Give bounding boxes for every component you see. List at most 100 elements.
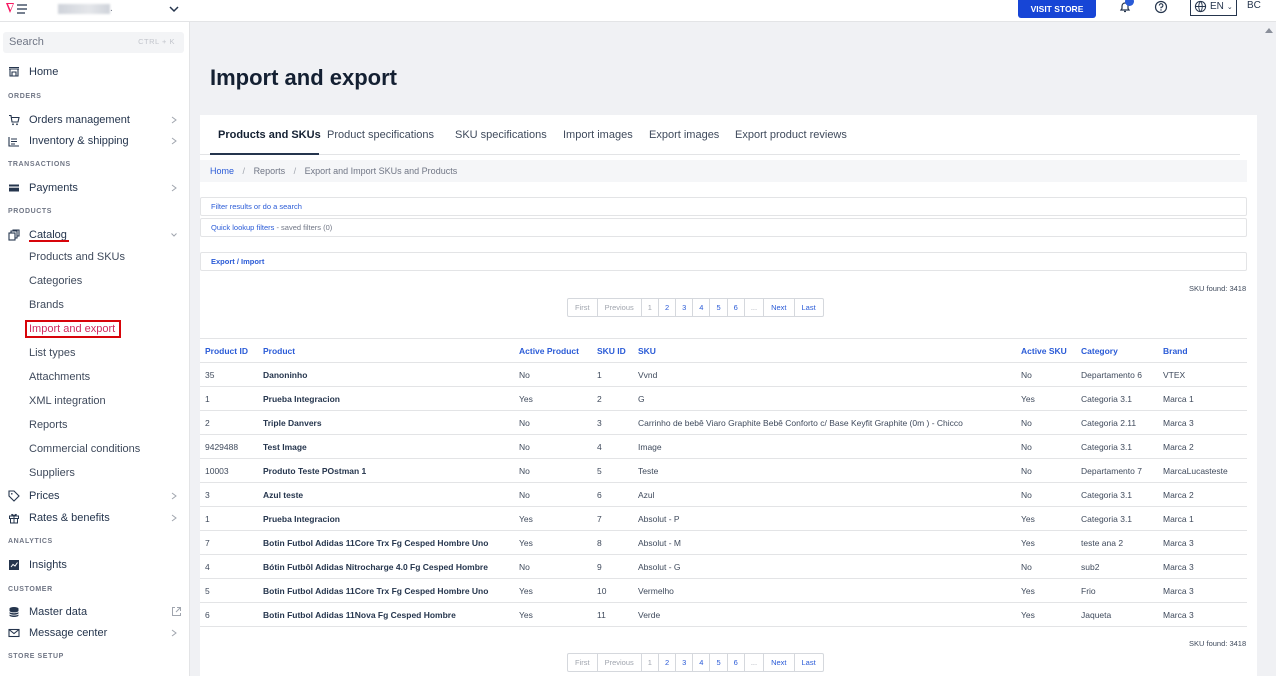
table-row[interactable]: 6 Botin Futbol Adidas 11Nova Fg Cesped Ho… [200,602,1247,627]
sidebar-item-home[interactable]: Home [0,63,189,81]
filter-search-box[interactable]: Filter results or do a search [200,197,1247,216]
column-header-sku-id[interactable]: SKU ID [592,338,633,363]
pager-last[interactable]: Last [795,299,823,316]
sidebar-subitem-xml-integration[interactable]: XML integration [29,395,106,407]
filter-results-link[interactable]: Filter results or do a search [211,202,302,211]
pager-page-4[interactable]: 4 [693,299,711,316]
language-selector[interactable]: EN ⌄ [1190,0,1237,16]
table-row[interactable]: 2 Triple Danvers No 3 Carrinho de bebê Viaro… [200,410,1247,435]
breadcrumb-current: Export and Import SKUs and Products [304,166,458,176]
column-header-active-product[interactable]: Active Product [514,338,592,363]
column-header-category[interactable]: Category [1076,338,1158,363]
table-row[interactable]: 5 Botin Futbol Adidas 11Core Trx Fg Cespe… [200,578,1247,603]
cell-product: Prueba Integracion [258,506,514,531]
cell-product-id: 10003 [200,458,258,483]
pager-next[interactable]: Next [764,299,795,316]
sidebar-subitem-categories[interactable]: Categories [29,275,82,287]
sidebar-subitem-list-types[interactable]: List types [29,347,75,359]
pager-page-6[interactable]: 6 [728,299,745,316]
vtex-logo-icon[interactable] [5,1,29,17]
sidebar-item-label: Home [29,66,59,78]
cell-sku-id: 4 [592,434,633,459]
pager-page-2[interactable]: 2 [659,654,677,671]
pager-page-6[interactable]: 6 [728,654,745,671]
tab-products-skus[interactable]: Products and SKUs [218,129,321,141]
pager-page-4[interactable]: 4 [693,654,711,671]
help-icon[interactable] [1154,0,1168,14]
tab-export-images[interactable]: Export images [649,129,719,141]
sidebar-item-rates-benefits[interactable]: Rates & benefits [0,509,189,527]
column-header-sku[interactable]: SKU [633,338,1016,363]
account-name-blurred[interactable] [58,4,110,14]
sidebar-subitem-import-export[interactable]: Import and export [29,323,115,335]
cell-category: Jaqueta [1076,602,1158,627]
database-icon [9,607,19,617]
table-row[interactable]: 4 Bótin Futbôl Adidas Nitrocharge 4.0 Fg … [200,554,1247,579]
sidebar-subitem-attachments[interactable]: Attachments [29,371,90,383]
sidebar-subitem-commercial-conditions[interactable]: Commercial conditions [29,443,140,455]
visit-store-button[interactable]: VISIT STORE [1018,0,1096,18]
pager-first[interactable]: First [568,654,598,671]
pager-page-5[interactable]: 5 [710,299,728,316]
breadcrumb-home[interactable]: Home [210,166,234,176]
main-scrollbar[interactable] [1262,22,1276,676]
sidebar-item-inventory-shipping[interactable]: Inventory & shipping [0,132,189,150]
sidebar-item-label: Orders management [29,114,130,126]
table-row[interactable]: 9429488 Test Image No 4 Image No Categoria 3.1… [200,434,1247,459]
tab-product-specifications[interactable]: Product specifications [327,129,434,141]
table-row[interactable]: 3 Azul teste No 6 Azul No Categoria 3.1 Marca 2 [200,482,1247,507]
sidebar-subitem-products-skus[interactable]: Products and SKUs [29,251,125,263]
quick-lookup-box[interactable]: Quick lookup filters - saved filters (0) [200,218,1247,237]
cell-product-id: 5 [200,578,258,603]
column-header-product[interactable]: Product [258,338,514,363]
cell-active-sku: Yes [1016,602,1076,627]
chevron-right-icon [171,492,177,500]
export-import-box[interactable]: Export / Import [200,252,1247,271]
pager-page-1[interactable]: 1 [642,654,659,671]
user-avatar[interactable]: BC [1247,0,1261,11]
sidebar-item-message-center[interactable]: Message center [0,624,189,642]
pager-page-2[interactable]: 2 [659,299,677,316]
pager-page-3[interactable]: 3 [676,654,694,671]
sidebar-subitem-reports[interactable]: Reports [29,419,68,431]
cell-sku-id: 3 [592,410,633,435]
table-row[interactable]: 7 Botin Futbol Adidas 11Core Trx Fg Cespe… [200,530,1247,555]
pager-previous[interactable]: Previous [598,654,642,671]
table-row[interactable]: 1 Prueba Integracion Yes 7 Absolut - P Yes Cat… [200,506,1247,531]
pager-page-1[interactable]: 1 [642,299,659,316]
sidebar-item-master-data[interactable]: Master data [0,603,189,621]
pager-page-5[interactable]: 5 [710,654,728,671]
pager-page-3[interactable]: 3 [676,299,694,316]
pager-first[interactable]: First [568,299,598,316]
tab-sku-specifications[interactable]: SKU specifications [455,129,547,141]
breadcrumb-separator: / [293,166,297,176]
sku-table: Product ID Product Active Product SKU ID… [200,338,1247,627]
sidebar-item-insights[interactable]: Insights [0,556,189,574]
export-import-link[interactable]: Export / Import [211,257,264,266]
column-header-active-sku[interactable]: Active SKU [1016,338,1076,363]
sidebar-item-prices[interactable]: Prices [0,487,189,505]
table-row[interactable]: 1 Prueba Integracion Yes 2 G Yes Categoria 3.1… [200,386,1247,411]
chevron-down-icon[interactable] [167,2,181,16]
sidebar-item-orders-management[interactable]: Orders management [0,111,189,129]
table-row[interactable]: 35 Danoninho No 1 Vvnd No Departamento 6 VTEX [200,362,1247,387]
cell-category: teste ana 2 [1076,530,1158,555]
scroll-up-arrow-icon[interactable] [1265,28,1273,33]
sidebar-subitem-brands[interactable]: Brands [29,299,64,311]
column-header-product-id[interactable]: Product ID [200,338,258,363]
tab-export-product-reviews[interactable]: Export product reviews [735,129,847,141]
breadcrumb-reports[interactable]: Reports [254,166,286,176]
cell-product-id: 4 [200,554,258,579]
cell-category: Categoria 3.1 [1076,386,1158,411]
tab-import-images[interactable]: Import images [563,129,633,141]
sidebar-item-payments[interactable]: Payments [0,179,189,197]
chevron-right-icon [171,629,177,637]
pager-previous[interactable]: Previous [598,299,642,316]
sidebar-subitem-suppliers[interactable]: Suppliers [29,467,75,479]
pager-next[interactable]: Next [764,654,795,671]
column-header-brand[interactable]: Brand [1158,338,1247,363]
quick-lookup-link[interactable]: Quick lookup filters [211,223,274,232]
pager-last[interactable]: Last [795,654,823,671]
table-row[interactable]: 10003 Produto Teste POstman 1 No 5 Teste No De… [200,458,1247,483]
search-input[interactable]: Search CTRL + K [3,32,184,53]
